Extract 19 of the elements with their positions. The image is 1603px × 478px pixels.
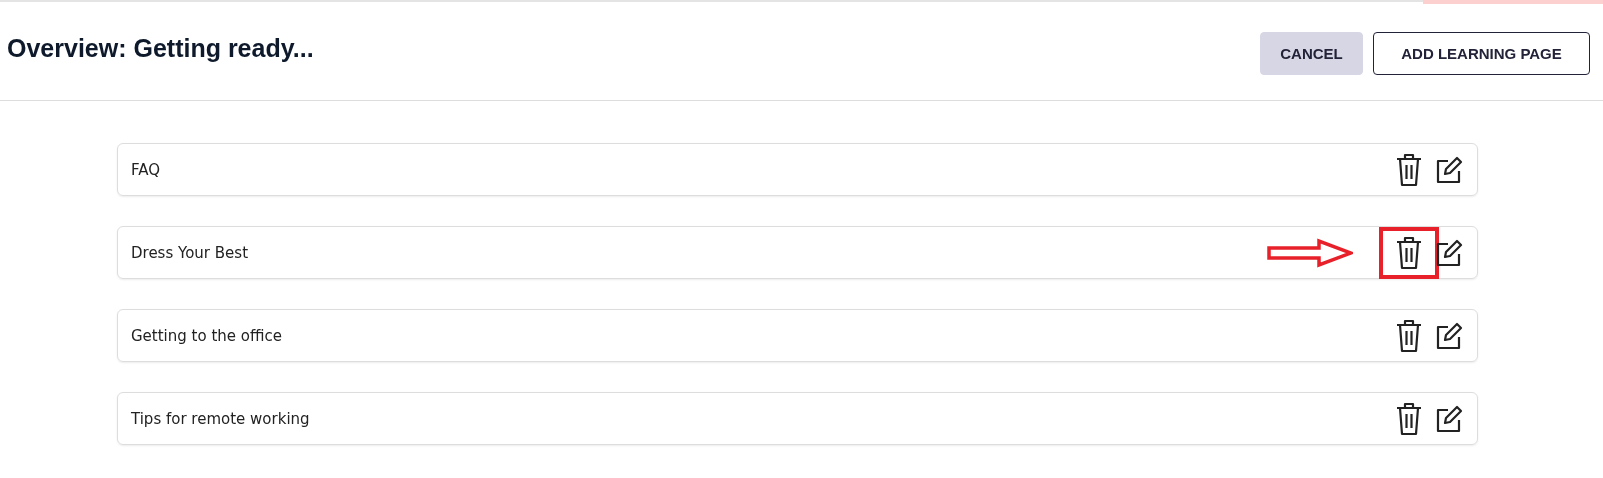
add-learning-page-button[interactable]: ADD LEARNING PAGE (1373, 32, 1590, 75)
edit-icon[interactable] (1435, 238, 1463, 267)
learning-page-row[interactable]: Getting to the office (117, 309, 1478, 362)
delete-icon[interactable] (1395, 152, 1423, 187)
delete-icon[interactable] (1395, 235, 1423, 270)
edit-icon[interactable] (1435, 404, 1463, 433)
learning-page-row[interactable]: FAQ (117, 143, 1478, 196)
page-name: Tips for remote working (131, 409, 310, 428)
delete-icon[interactable] (1395, 401, 1423, 436)
page-title: Overview: Getting ready... (7, 34, 314, 63)
cancel-button[interactable]: CANCEL (1260, 32, 1363, 75)
learning-page-row[interactable]: Dress Your Best (117, 226, 1478, 279)
edit-icon[interactable] (1435, 321, 1463, 350)
page-name: FAQ (131, 160, 161, 179)
edit-icon[interactable] (1435, 155, 1463, 184)
page-name: Dress Your Best (131, 243, 249, 262)
page-name: Getting to the office (131, 326, 282, 345)
delete-icon[interactable] (1395, 318, 1423, 353)
learning-page-row[interactable]: Tips for remote working (117, 392, 1478, 445)
